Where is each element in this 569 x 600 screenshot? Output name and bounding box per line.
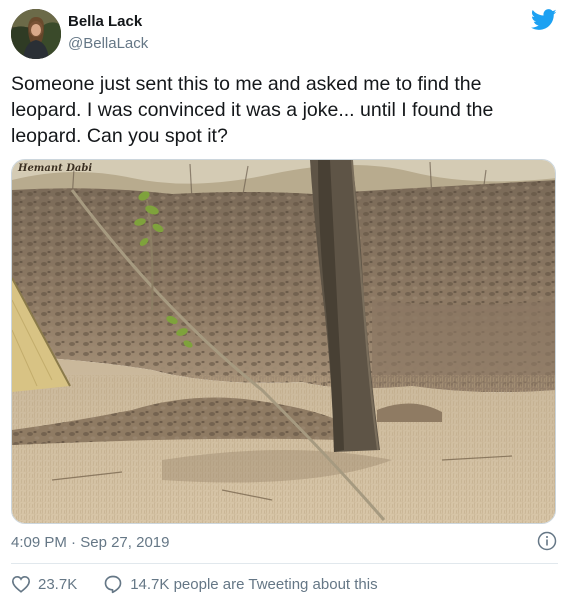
info-icon[interactable] — [537, 531, 557, 551]
user-handle[interactable]: @BellaLack — [68, 35, 148, 52]
tweet-photo[interactable]: Hemant Dabi — [11, 159, 556, 524]
tweet-card: Bella Lack @BellaLack Someone just sent … — [0, 0, 569, 600]
likes-count: 23.7K — [38, 575, 78, 593]
tweet-actions: 23.7K 14.7K people are Tweeting about th… — [11, 574, 378, 594]
tweet-date[interactable]: Sep 27, 2019 — [80, 534, 169, 551]
speech-bubble-icon — [104, 575, 122, 594]
tweet-text: Someone just sent this to me and asked m… — [11, 73, 494, 147]
tweeting-about-link[interactable]: 14.7K people are Tweeting about this — [103, 574, 378, 594]
avatar[interactable] — [11, 9, 61, 59]
tweet-time[interactable]: 4:09 PM — [11, 534, 67, 551]
timestamp-separator: · — [71, 534, 77, 551]
like-button[interactable]: 23.7K — [11, 575, 77, 593]
tweeting-about-text: 14.7K people are Tweeting about this — [130, 575, 378, 593]
twitter-bird-icon[interactable] — [530, 9, 557, 31]
display-name[interactable]: Bella Lack — [68, 13, 142, 30]
heart-icon — [11, 575, 31, 593]
divider — [11, 563, 558, 564]
photo-watermark: Hemant Dabi — [18, 163, 93, 174]
tweet-timestamp[interactable]: 4:09 PM · Sep 27, 2019 — [11, 534, 169, 551]
